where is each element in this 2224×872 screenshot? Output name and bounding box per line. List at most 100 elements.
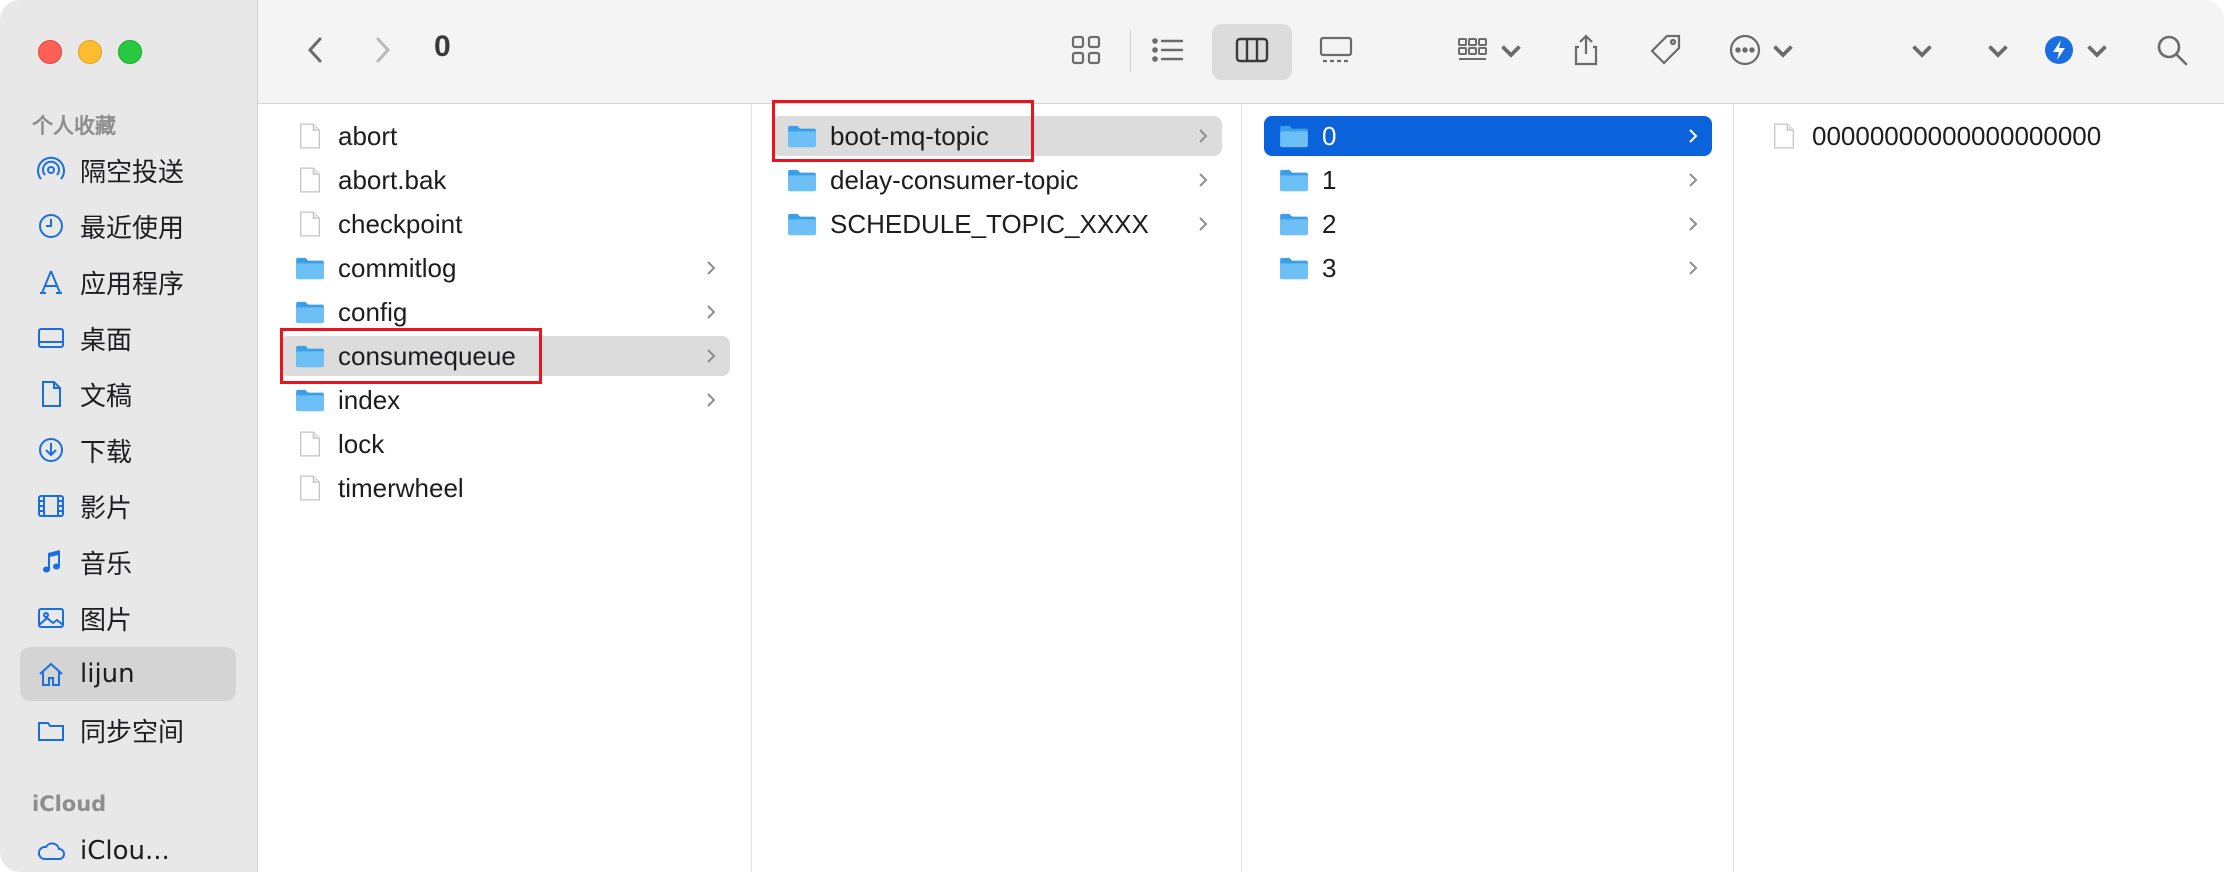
sidebar-item-sync-space[interactable]: 同步空间	[20, 703, 236, 757]
chevron-right-icon	[1684, 212, 1702, 236]
finder-window: 个人收藏 隔空投送 最近使用 应用程序 桌面 文稿 下载 影片 音乐 图片 li…	[0, 0, 2224, 872]
sidebar-item-pictures[interactable]: 图片	[20, 591, 236, 645]
chevron-down-icon	[1494, 33, 1528, 71]
gallery-icon	[1319, 33, 1353, 71]
close-window-button[interactable]	[38, 40, 62, 64]
back-button[interactable]	[296, 24, 336, 80]
chevron-right-icon	[1194, 124, 1212, 148]
airdrop-icon	[34, 153, 68, 187]
folder-icon	[1278, 122, 1310, 150]
icloud-icon	[34, 834, 68, 868]
sidebar-item-icloud-drive[interactable]: iClou...	[20, 824, 236, 872]
sidebar-item-documents[interactable]: 文稿	[20, 367, 236, 421]
list-item-folder-active[interactable]: 0	[1264, 116, 1712, 156]
extension-dropdown-1[interactable]	[1902, 24, 1942, 80]
group-grid-icon	[1456, 33, 1490, 71]
list-item-folder[interactable]: commitlog	[280, 248, 730, 288]
sidebar-item-label: 桌面	[80, 325, 133, 356]
chevron-right-icon	[702, 300, 720, 324]
list-item-file[interactable]: abort.bak	[280, 160, 730, 200]
sidebar-item-music[interactable]: 音乐	[20, 535, 236, 589]
file-name: lock	[338, 428, 385, 459]
sidebar-item-desktop[interactable]: 桌面	[20, 311, 236, 365]
group-by-button[interactable]	[1452, 24, 1532, 80]
icon-view-button[interactable]	[1058, 24, 1114, 80]
file-name: timerwheel	[338, 472, 464, 503]
sidebar-item-movies[interactable]: 影片	[20, 479, 236, 533]
music-icon	[34, 545, 68, 579]
film-icon	[34, 489, 68, 523]
list-item-folder[interactable]: index	[280, 380, 730, 420]
sidebar-item-downloads[interactable]: 下载	[20, 423, 236, 477]
list-item-folder[interactable]: 1	[1264, 160, 1712, 200]
list-item-folder[interactable]: 2	[1264, 204, 1712, 244]
search-icon	[2155, 33, 2189, 71]
list-item-folder[interactable]: config	[280, 292, 730, 332]
folder-name: delay-consumer-topic	[830, 164, 1079, 195]
list-item-file[interactable]: abort	[280, 116, 730, 156]
chevron-right-icon	[702, 344, 720, 368]
sidebar-item-label: 应用程序	[80, 269, 185, 300]
list-item-folder[interactable]: 3	[1264, 248, 1712, 288]
document-file-icon	[294, 210, 326, 238]
sidebar-item-airdrop[interactable]: 隔空投送	[20, 143, 236, 197]
folder-icon	[786, 210, 818, 238]
document-file-icon	[294, 122, 326, 150]
folder-icon	[1278, 210, 1310, 238]
column-3: 0 1 2 3	[1242, 104, 1734, 872]
column-view-button[interactable]	[1212, 24, 1292, 80]
list-item-folder[interactable]: SCHEDULE_TOPIC_XXXX	[772, 204, 1222, 244]
chevron-left-icon	[299, 33, 333, 71]
chevron-right-icon	[1684, 124, 1702, 148]
folder-name: SCHEDULE_TOPIC_XXXX	[830, 208, 1149, 239]
quick-action-button[interactable]	[2042, 24, 2114, 80]
extension-dropdown-2[interactable]	[1978, 24, 2018, 80]
share-icon	[1569, 33, 1603, 71]
sidebar-item-recents[interactable]: 最近使用	[20, 199, 236, 253]
list-item-file[interactable]: checkpoint	[280, 204, 730, 244]
folder-icon	[786, 166, 818, 194]
folder-icon	[1278, 166, 1310, 194]
document-file-icon	[294, 166, 326, 194]
more-actions-button[interactable]	[1724, 24, 1804, 80]
grid-icon	[1069, 33, 1103, 71]
folder-icon	[294, 254, 326, 282]
sidebar-item-label: 隔空投送	[80, 157, 185, 188]
chevron-right-icon	[1194, 212, 1212, 236]
list-item-file[interactable]: lock	[280, 424, 730, 464]
search-button[interactable]	[2144, 24, 2200, 80]
forward-button[interactable]	[362, 24, 402, 80]
window-controls	[38, 40, 142, 64]
sidebar-item-home[interactable]: lijun	[20, 647, 236, 701]
photo-icon	[34, 601, 68, 635]
sidebar-item-label: 同步空间	[80, 717, 185, 748]
chevron-down-icon	[1981, 33, 2015, 71]
folder-icon	[294, 386, 326, 414]
list-view-button[interactable]	[1140, 24, 1196, 80]
minimize-window-button[interactable]	[78, 40, 102, 64]
list-icon	[1151, 33, 1185, 71]
toolbar: 0	[258, 0, 2224, 104]
folder-name: 2	[1322, 208, 1337, 239]
folder-name: config	[338, 296, 408, 327]
gallery-view-button[interactable]	[1308, 24, 1364, 80]
list-item-file[interactable]: 00000000000000000000	[1754, 116, 2204, 156]
column-4: 00000000000000000000	[1734, 104, 2224, 872]
sidebar-item-label: 文稿	[80, 381, 133, 412]
chevron-down-icon	[2080, 33, 2114, 71]
sidebar-item-label: 下载	[80, 437, 133, 468]
ellipsis-circle-icon	[1728, 33, 1762, 71]
zoom-window-button[interactable]	[118, 40, 142, 64]
chevron-right-icon	[702, 388, 720, 412]
list-item-file[interactable]: timerwheel	[280, 468, 730, 508]
sidebar-item-label: 图片	[80, 605, 133, 636]
sidebar-item-applications[interactable]: 应用程序	[20, 255, 236, 309]
column-2: boot-mq-topic delay-consumer-topic SCHED…	[752, 100, 1242, 872]
list-item-folder[interactable]: delay-consumer-topic	[772, 160, 1222, 200]
chevron-right-icon	[1194, 168, 1212, 192]
chevron-right-icon	[365, 33, 399, 71]
tags-button[interactable]	[1638, 24, 1694, 80]
folder-name: commitlog	[338, 252, 457, 283]
document-file-icon	[1768, 122, 1800, 150]
share-button[interactable]	[1558, 24, 1614, 80]
